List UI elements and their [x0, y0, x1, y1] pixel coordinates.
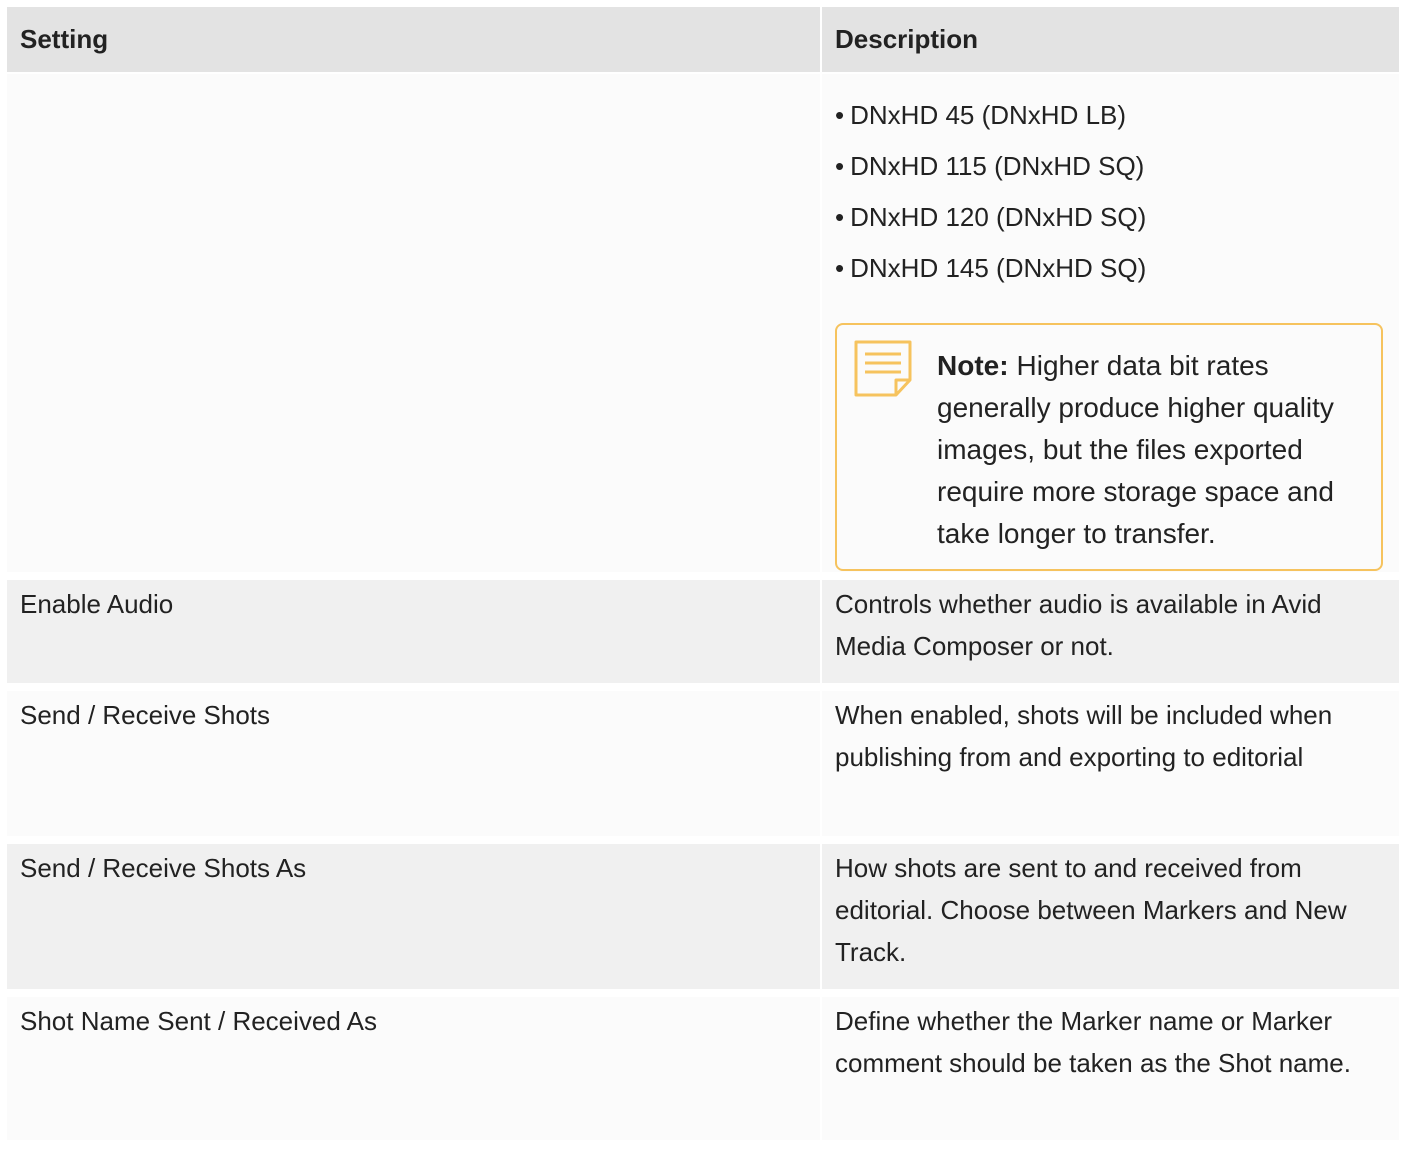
column-header-description: Description [822, 7, 1399, 74]
setting-cell: Enable Audio [7, 580, 822, 691]
note-callout: Note: Higher data bit rates generally pro… [835, 323, 1383, 571]
description-cell: When enabled, shots will be included whe… [822, 691, 1399, 844]
table-row: Send / Receive Shots When enabled, shots… [7, 691, 1399, 844]
table-row: Enable Audio Controls whether audio is a… [7, 580, 1399, 691]
column-header-setting: Setting [7, 7, 822, 74]
table-row: Shot Name Sent / Received As Define whet… [7, 997, 1399, 1140]
table-row: Send / Receive Shots As How shots are se… [7, 844, 1399, 997]
description-cell: Define whether the Marker name or Marker… [822, 997, 1399, 1140]
list-item: DNxHD 115 (DNxHD SQ) [835, 145, 1399, 196]
list-item: DNxHD 120 (DNxHD SQ) [835, 196, 1399, 247]
description-cell: How shots are sent to and received from … [822, 844, 1399, 997]
setting-cell: Shot Name Sent / Received As [7, 997, 822, 1140]
note-icon [853, 339, 913, 399]
note-label: Note: [937, 350, 1009, 381]
setting-cell [7, 74, 822, 580]
codec-list: DNxHD 45 (DNxHD LB) DNxHD 115 (DNxHD SQ)… [835, 74, 1399, 298]
table-header-row: Setting Description [7, 7, 1399, 74]
settings-table: Setting Description DNxHD 45 (DNxHD LB) … [7, 7, 1399, 1140]
list-item: DNxHD 45 (DNxHD LB) [835, 94, 1399, 145]
setting-cell: Send / Receive Shots [7, 691, 822, 844]
description-cell: DNxHD 45 (DNxHD LB) DNxHD 115 (DNxHD SQ)… [822, 74, 1399, 580]
note-text: Note: Higher data bit rates generally pro… [937, 339, 1371, 559]
table-row-codecs: DNxHD 45 (DNxHD LB) DNxHD 115 (DNxHD SQ)… [7, 74, 1399, 580]
list-item: DNxHD 145 (DNxHD SQ) [835, 247, 1399, 298]
description-cell: Controls whether audio is available in A… [822, 580, 1399, 691]
setting-cell: Send / Receive Shots As [7, 844, 822, 997]
